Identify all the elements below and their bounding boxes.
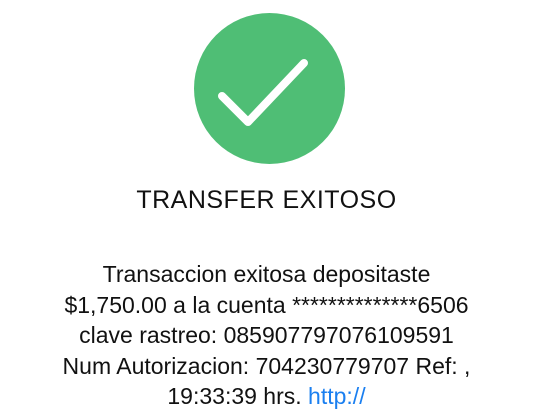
message-line-3: clave rastreo: 085907797076109591 [79,322,454,348]
transaction-message: Transaccion exitosa depositaste $1,750.0… [0,259,533,412]
message-line-1: Transaccion exitosa depositaste [102,261,431,287]
message-line-4: Num Autorizacion: 704230779707 Ref: , [62,352,471,379]
message-line-5: 19:33:39 hrs. http:// [0,381,533,412]
status-title: TRANSFER EXITOSO [136,186,397,214]
success-circle [194,13,345,164]
receipt-link[interactable]: http:// [308,383,366,409]
message-line-2: $1,750.00 a la cuenta **************6506 [64,291,469,318]
transaction-time: 19:33:39 hrs. [167,383,302,409]
checkmark-icon [218,59,308,126]
